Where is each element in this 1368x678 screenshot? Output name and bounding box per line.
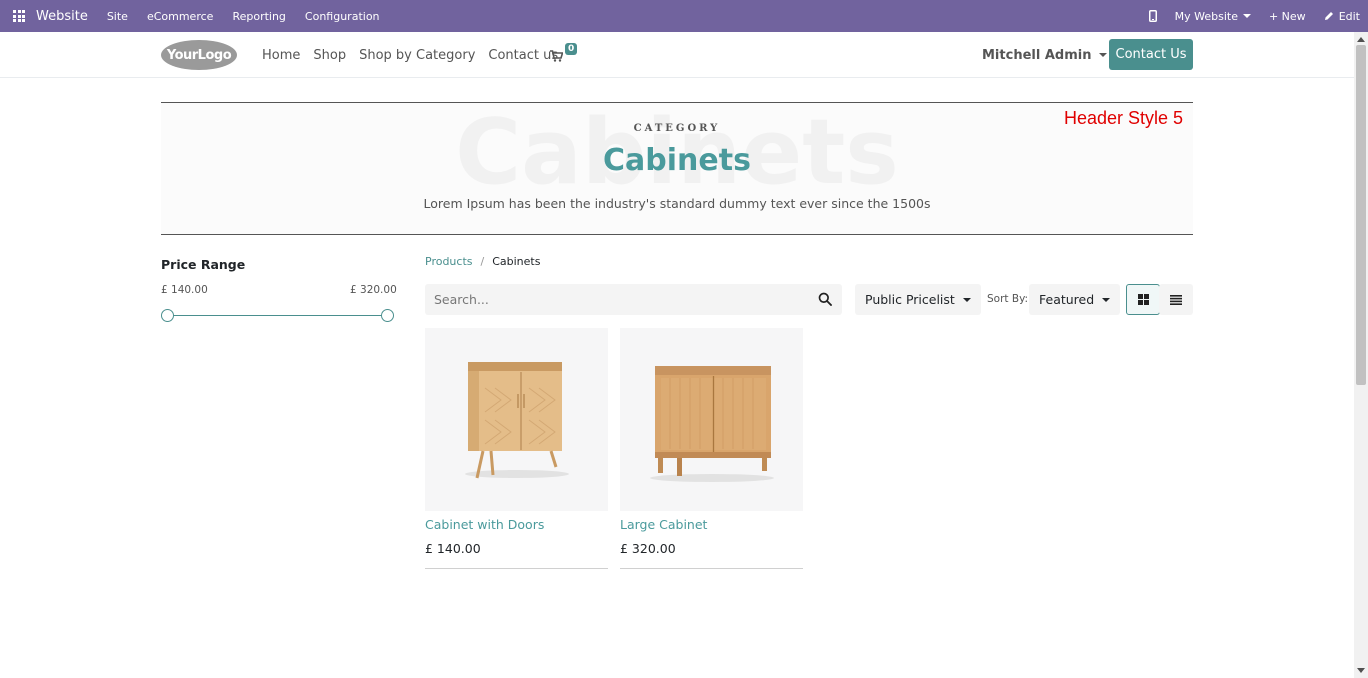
- edit-label: Edit: [1338, 9, 1360, 23]
- scroll-up-icon[interactable]: [1357, 37, 1365, 42]
- product-name[interactable]: Cabinet with Doors: [425, 517, 544, 532]
- product-name[interactable]: Large Cabinet: [620, 517, 707, 532]
- admin-brand[interactable]: Website: [36, 9, 88, 24]
- breadcrumb: Products / Cabinets: [425, 255, 540, 268]
- edit-button[interactable]: Edit: [1324, 10, 1360, 23]
- price-range-title: Price Range: [161, 257, 246, 272]
- nav-shop[interactable]: Shop: [313, 48, 346, 63]
- product-card[interactable]: Large Cabinet £ 320.00: [620, 328, 803, 569]
- apps-menu-icon[interactable]: [13, 10, 25, 22]
- sort-dropdown[interactable]: Featured: [1029, 284, 1121, 315]
- pricelist-dropdown[interactable]: Public Pricelist: [855, 284, 981, 315]
- banner-eyebrow: CATEGORY: [633, 123, 721, 134]
- sort-value: Featured: [1039, 292, 1095, 307]
- cart-icon: [550, 50, 563, 62]
- scrollbar-thumb[interactable]: [1356, 45, 1366, 385]
- admin-menu-reporting[interactable]: Reporting: [232, 10, 285, 23]
- category-description: Lorem Ipsum has been the industry's stan…: [423, 196, 931, 211]
- chevron-down-icon: [1242, 14, 1251, 18]
- search-placeholder: Search...: [434, 292, 489, 307]
- grid-view-button[interactable]: [1126, 284, 1160, 315]
- nav-shop-by-category[interactable]: Shop by Category: [359, 48, 475, 63]
- product-price: £ 140.00: [425, 541, 481, 556]
- my-website-dropdown[interactable]: My Website: [1175, 10, 1251, 23]
- pencil-icon: [1324, 12, 1333, 20]
- chevron-down-icon: [1102, 297, 1111, 302]
- header-style-annotation: Header Style 5: [1064, 108, 1184, 128]
- chevron-down-icon: [1099, 53, 1108, 57]
- price-slider-max-handle[interactable]: [381, 309, 394, 322]
- mobile-icon: [1148, 10, 1157, 22]
- breadcrumb-products[interactable]: Products: [425, 255, 473, 268]
- large-cabinet-image: [650, 366, 774, 482]
- admin-bar: Website Site eCommerce Reporting Configu…: [0, 0, 1368, 32]
- sort-by-label: Sort By:: [987, 293, 1029, 305]
- price-slider-min-handle[interactable]: [161, 309, 174, 322]
- main-nav: Home Shop Shop by Category Contact us: [262, 32, 571, 78]
- page-scrollbar[interactable]: [1354, 32, 1368, 678]
- product-image[interactable]: [620, 328, 803, 511]
- chevron-down-icon: [962, 297, 971, 302]
- admin-menu-ecommerce[interactable]: eCommerce: [147, 10, 213, 23]
- cart-count-badge: 0: [565, 43, 578, 55]
- site-logo[interactable]: YourLogo: [161, 40, 237, 70]
- price-max-label: £ 320.00: [350, 284, 397, 296]
- new-label: + New: [1268, 9, 1306, 23]
- admin-menu-site[interactable]: Site: [107, 10, 128, 23]
- product-search-input[interactable]: Search...: [425, 284, 842, 315]
- product-image[interactable]: [425, 328, 608, 511]
- cart-button[interactable]: 0: [550, 43, 580, 66]
- contact-us-button[interactable]: Contact Us: [1109, 39, 1193, 70]
- category-title: Cabinets: [603, 143, 751, 178]
- product-card[interactable]: Cabinet with Doors £ 140.00: [425, 328, 608, 569]
- cabinet-with-doors-image: [465, 362, 569, 479]
- scroll-down-icon[interactable]: [1357, 668, 1365, 673]
- pricelist-label: Public Pricelist: [865, 292, 955, 307]
- nav-contact-us[interactable]: Contact us: [488, 48, 558, 63]
- new-button[interactable]: + New: [1269, 10, 1306, 23]
- my-website-label: My Website: [1174, 9, 1238, 23]
- grid-icon: [1137, 294, 1149, 305]
- product-price: £ 320.00: [620, 541, 676, 556]
- category-banner: Cabinets CATEGORY Cabinets Lorem Ipsum h…: [161, 102, 1193, 235]
- search-icon[interactable]: [818, 292, 832, 306]
- nav-home[interactable]: Home: [262, 48, 300, 63]
- mobile-preview-button[interactable]: [1148, 10, 1157, 22]
- breadcrumb-separator: /: [480, 255, 485, 268]
- user-name: Mitchell Admin: [982, 47, 1092, 63]
- price-slider-track[interactable]: [167, 315, 387, 316]
- admin-menu-configuration[interactable]: Configuration: [305, 10, 380, 23]
- price-min-label: £ 140.00: [161, 284, 208, 296]
- breadcrumb-current: Cabinets: [492, 255, 541, 268]
- user-menu[interactable]: Mitchell Admin: [982, 32, 1108, 78]
- list-view-button[interactable]: [1159, 284, 1193, 315]
- site-header: YourLogo Home Shop Shop by Category Cont…: [0, 32, 1354, 78]
- list-icon: [1170, 294, 1182, 305]
